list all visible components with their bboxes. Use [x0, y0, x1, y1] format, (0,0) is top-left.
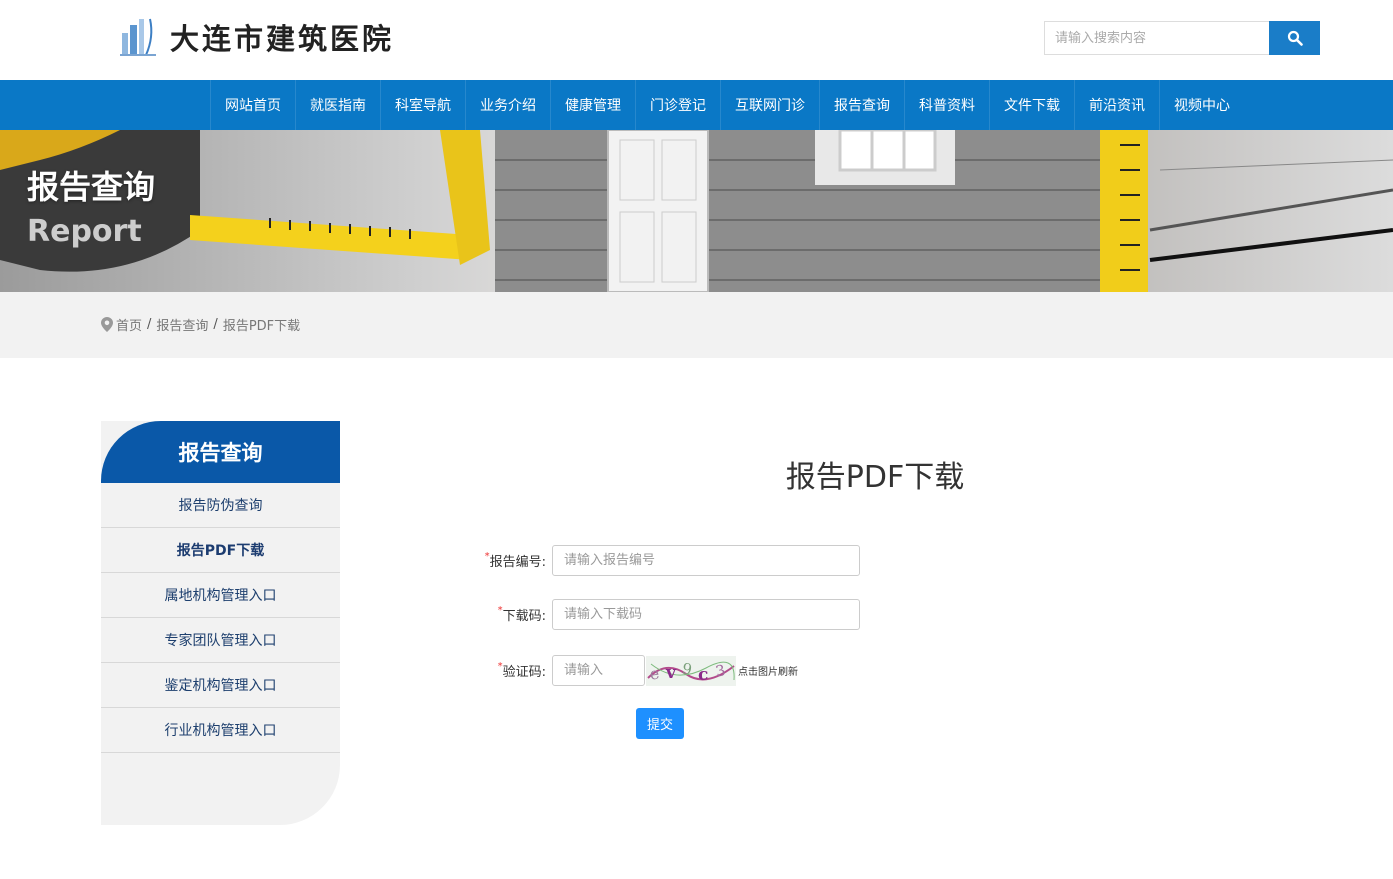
sidebar-item-appraisal-institution[interactable]: 鉴定机构管理入口	[101, 663, 340, 708]
site-header: 大连市建筑医院	[0, 0, 1393, 80]
search-button[interactable]	[1269, 21, 1320, 55]
breadcrumb-separator: /	[147, 317, 152, 332]
report-no-row: *报告编号:	[476, 545, 860, 576]
banner-title: 报告查询	[27, 168, 156, 206]
nav-item-business[interactable]: 业务介绍	[465, 80, 550, 130]
nav-list: 网站首页 就医指南 科室导航 业务介绍 健康管理 门诊登记 互联网门诊 报告查询…	[210, 80, 1244, 130]
sidebar-item-pdf-download[interactable]: 报告PDF下载	[101, 528, 340, 573]
sidebar-heading: 报告查询	[101, 421, 340, 483]
breadcrumb-section[interactable]: 报告查询	[156, 315, 208, 334]
breadcrumb-bar: 首页 / 报告查询 / 报告PDF下载	[0, 292, 1393, 358]
nav-item-science[interactable]: 科普资料	[904, 80, 989, 130]
search-bar	[1044, 21, 1320, 55]
page-title: 报告PDF下载	[785, 460, 965, 495]
banner-illustration	[0, 130, 1393, 292]
search-input[interactable]	[1044, 21, 1269, 55]
nav-item-news[interactable]: 前沿资讯	[1074, 80, 1159, 130]
nav-item-downloads[interactable]: 文件下载	[989, 80, 1074, 130]
nav-item-online-clinic[interactable]: 互联网门诊	[720, 80, 819, 130]
nav-item-home[interactable]: 网站首页	[210, 80, 295, 130]
captcha-refresh-link[interactable]: 点击图片刷新	[738, 663, 798, 678]
download-code-label: *下载码:	[497, 605, 546, 624]
captcha-row: *验证码: e v 9 c 3 点击图片刷新	[476, 655, 798, 686]
captcha-label: *验证码:	[497, 661, 546, 680]
location-pin-icon	[101, 317, 113, 332]
sidebar-item-expert-team[interactable]: 专家团队管理入口	[101, 618, 340, 663]
sidebar-item-local-institution[interactable]: 属地机构管理入口	[101, 573, 340, 618]
nav-item-health[interactable]: 健康管理	[550, 80, 635, 130]
page-banner: 报告查询 Report	[0, 130, 1393, 292]
download-code-row: *下载码:	[476, 599, 860, 630]
nav-item-reports[interactable]: 报告查询	[819, 80, 904, 130]
sidebar: 报告查询 报告防伪查询 报告PDF下载 属地机构管理入口 专家团队管理入口 鉴定…	[101, 421, 340, 825]
svg-text:v: v	[665, 663, 677, 683]
report-no-label: *报告编号:	[484, 551, 546, 570]
site-logo[interactable]: 大连市建筑医院	[120, 16, 394, 58]
building-logo-icon	[120, 18, 156, 56]
nav-item-video[interactable]: 视频中心	[1159, 80, 1244, 130]
site-name: 大连市建筑医院	[170, 22, 395, 56]
captcha-image[interactable]: e v 9 c 3	[646, 655, 736, 686]
sidebar-item-industry-institution[interactable]: 行业机构管理入口	[101, 708, 340, 753]
breadcrumb-current: 报告PDF下载	[222, 319, 301, 334]
report-no-input[interactable]	[552, 545, 860, 576]
svg-text:c: c	[698, 665, 708, 685]
search-icon	[1287, 30, 1303, 46]
nav-item-registration[interactable]: 门诊登记	[635, 80, 720, 130]
nav-item-guide[interactable]: 就医指南	[295, 80, 380, 130]
download-code-input[interactable]	[552, 599, 860, 630]
breadcrumb: 首页 / 报告查询 / 报告PDF下载	[101, 315, 300, 334]
breadcrumb-separator: /	[213, 317, 218, 332]
main-nav: 网站首页 就医指南 科室导航 业务介绍 健康管理 门诊登记 互联网门诊 报告查询…	[0, 80, 1393, 130]
sidebar-item-anti-counterfeit[interactable]: 报告防伪查询	[101, 483, 340, 528]
nav-item-departments[interactable]: 科室导航	[380, 80, 465, 130]
captcha-input[interactable]	[552, 655, 645, 686]
breadcrumb-home[interactable]: 首页	[116, 315, 142, 334]
submit-button[interactable]: 提交	[636, 708, 684, 739]
banner-subtitle: Report	[27, 214, 142, 249]
